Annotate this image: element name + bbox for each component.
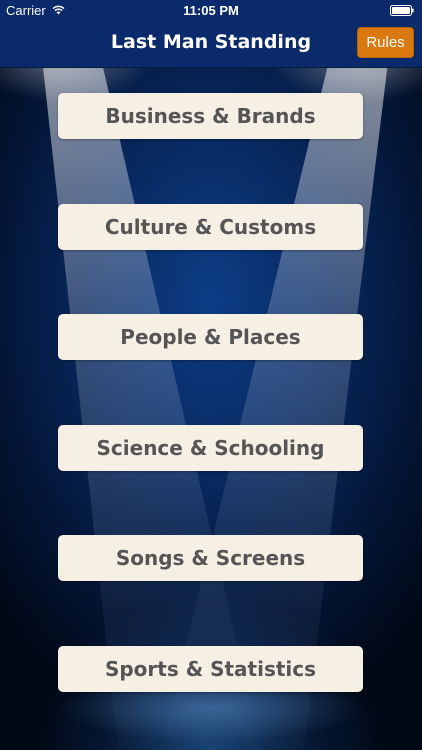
- category-songs-screens-button[interactable]: Songs & Screens: [58, 535, 363, 581]
- category-culture-customs-button[interactable]: Culture & Customs: [58, 204, 363, 250]
- category-science-schooling-button[interactable]: Science & Schooling: [58, 425, 363, 471]
- category-list: Business & Brands Culture & Customs Peop…: [0, 0, 422, 750]
- category-business-brands-button[interactable]: Business & Brands: [58, 93, 363, 139]
- category-sports-statistics-button[interactable]: Sports & Statistics: [58, 646, 363, 692]
- category-people-places-button[interactable]: People & Places: [58, 314, 363, 360]
- app-screen: Carrier 11:05 PM Last Man Standing Rules…: [0, 0, 422, 750]
